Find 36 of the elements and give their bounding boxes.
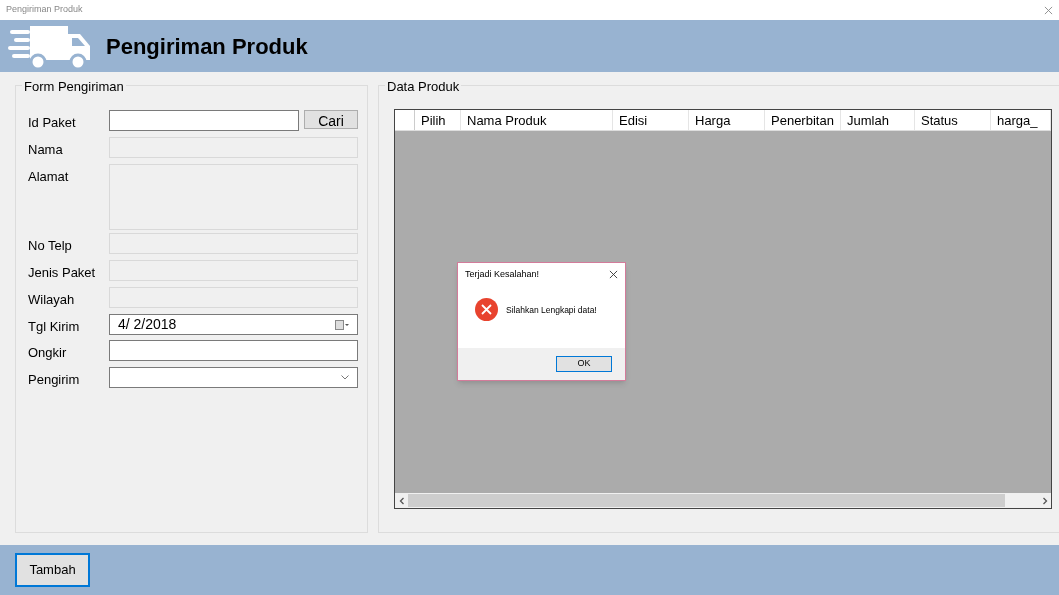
chevron-down-icon: [341, 375, 349, 380]
column-header[interactable]: Status: [915, 110, 991, 130]
field-label: Tgl Kirim: [28, 318, 81, 336]
field-label: Nama: [28, 141, 64, 159]
dropdown-field[interactable]: [109, 367, 358, 388]
column-header[interactable]: Harga: [689, 110, 765, 130]
column-header[interactable]: Jumlah: [841, 110, 915, 130]
header-title: Pengiriman Produk: [106, 32, 308, 61]
field-label: Pengirim: [28, 371, 81, 389]
column-header[interactable]: Nama Produk: [461, 110, 613, 130]
dialog-title: Terjadi Kesalahan!: [465, 268, 540, 281]
calendar-icon: [335, 319, 349, 330]
column-header[interactable]: Edisi: [613, 110, 689, 130]
window-title: Pengiriman Produk: [6, 3, 83, 17]
input-field[interactable]: [109, 340, 358, 361]
scroll-left-icon[interactable]: [398, 496, 405, 505]
column-header[interactable]: Pilih: [415, 110, 461, 130]
error-icon: [475, 297, 498, 321]
column-header[interactable]: Penerbitan: [765, 110, 841, 130]
scroll-thumb[interactable]: [408, 494, 1005, 507]
dialog-message: Silahkan Lengkapi data!: [506, 303, 597, 317]
add-button[interactable]: Tambah: [15, 553, 90, 587]
date-picker[interactable]: 4/ 2/2018: [109, 314, 358, 335]
search-button[interactable]: Cari: [304, 110, 358, 129]
field-label: Jenis Paket: [28, 264, 97, 282]
field-label: Alamat: [28, 168, 70, 186]
input-field[interactable]: [109, 110, 299, 131]
field-label: Id Paket: [28, 114, 77, 132]
field-label: Ongkir: [28, 344, 68, 362]
close-icon[interactable]: [609, 270, 618, 280]
scroll-right-icon[interactable]: [1041, 496, 1048, 505]
field-label: No Telp: [28, 237, 73, 255]
horizontal-scrollbar[interactable]: [395, 493, 1051, 508]
field-label: Wilayah: [28, 291, 76, 309]
column-header[interactable]: harga_: [991, 110, 1051, 130]
ok-button[interactable]: OK: [556, 356, 612, 372]
